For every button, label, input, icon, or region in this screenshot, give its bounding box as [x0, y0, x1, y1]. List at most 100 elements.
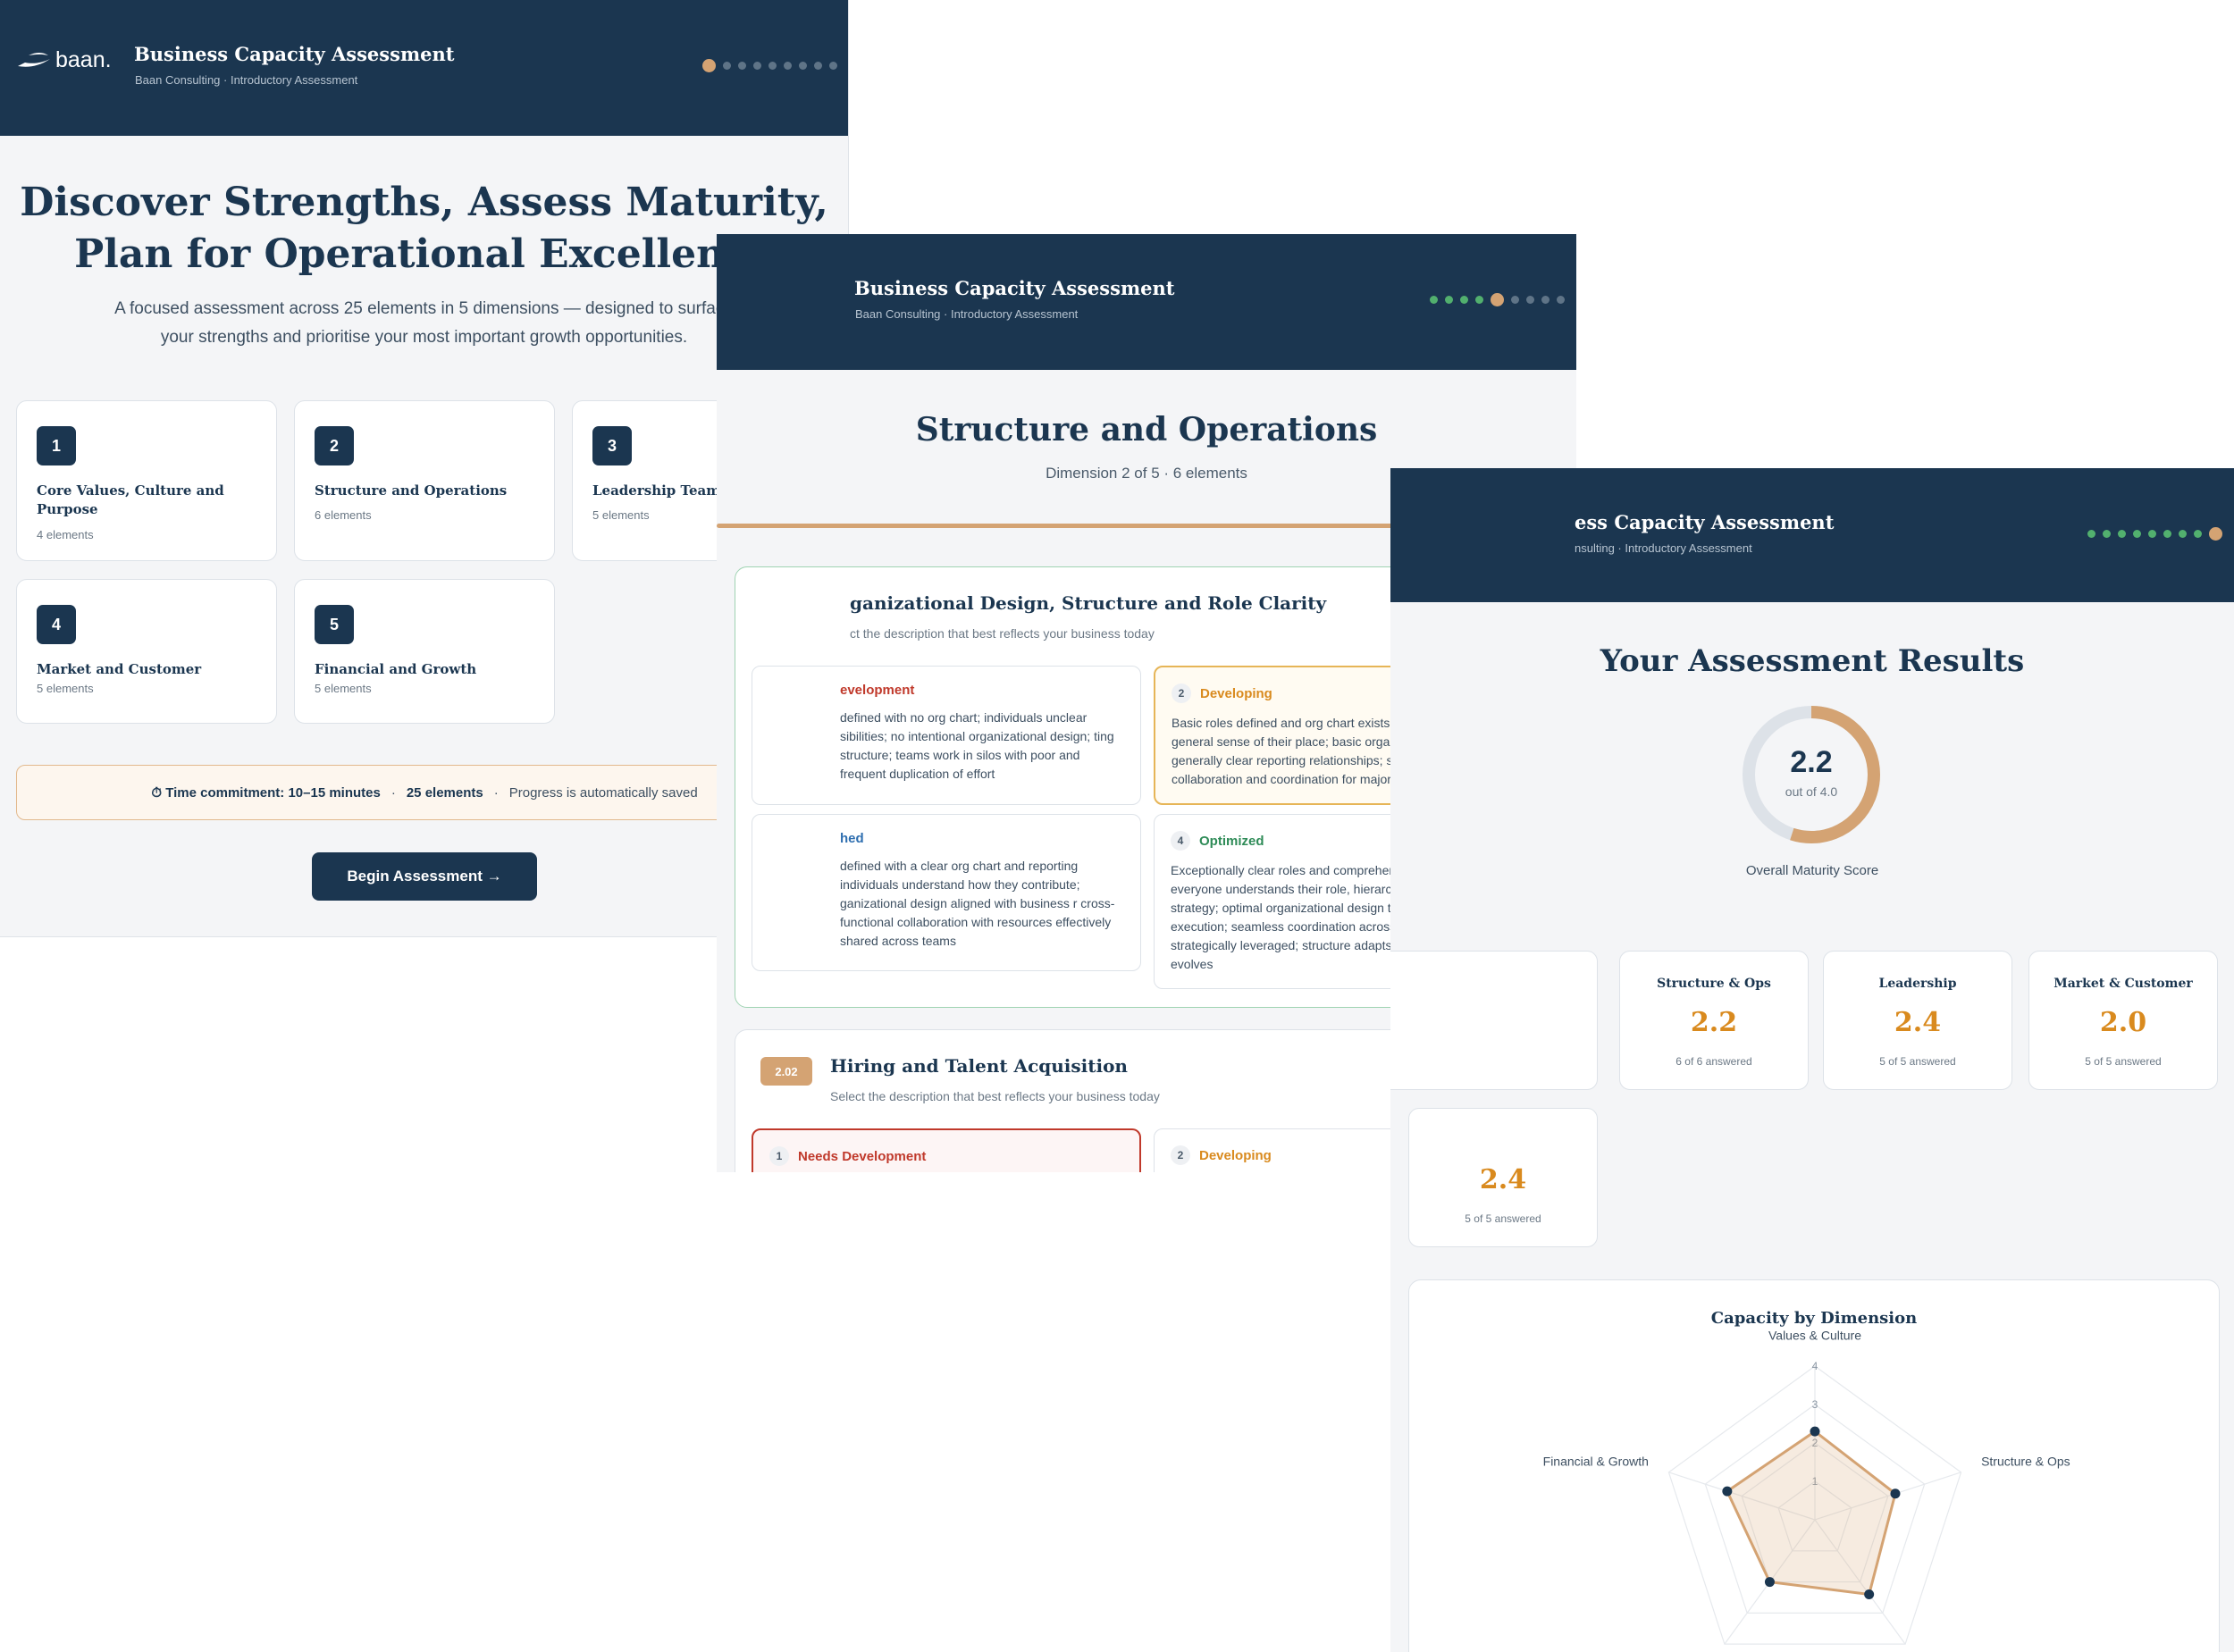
progress-dot: [2163, 530, 2171, 538]
progress-dot: [1526, 296, 1534, 304]
progress-dot: [1541, 296, 1550, 304]
option-label: Developing: [1200, 685, 1272, 701]
results-title: Your Assessment Results: [1600, 643, 2025, 679]
app-header: baan. Business Capacity Assessment Baan …: [0, 0, 848, 136]
baan-logo: baan.: [16, 46, 112, 73]
option-needs-development[interactable]: evelopment defined with no org chart; in…: [752, 666, 1141, 805]
dimension-number: 3: [592, 426, 632, 465]
app-title: ess Capacity Assessment: [1575, 511, 1835, 533]
overall-score-value: 2.2: [1790, 745, 1833, 779]
option-number: 4: [1171, 831, 1190, 851]
intro-description: A focused assessment across 25 elements …: [63, 295, 785, 352]
score-value: 2.4: [1479, 1164, 1527, 1195]
radar-point: [1722, 1486, 1733, 1497]
progress-dot: [2133, 530, 2141, 538]
progress-dot: [2103, 530, 2111, 538]
progress-dots: [2087, 527, 2222, 541]
progress-dot: [2148, 530, 2156, 538]
score-name: Structure & Ops: [1657, 977, 1771, 991]
separator: ·: [493, 784, 499, 801]
element-subtitle: Select the description that best reflect…: [830, 1089, 1160, 1103]
option-label: Optimized: [1199, 833, 1264, 849]
element-subtitle: ct the description that best reflects yo…: [850, 626, 1155, 641]
score-name: Leadership: [1878, 977, 1957, 991]
radar-tick-label: 4: [1812, 1360, 1818, 1372]
dimension-card-4[interactable]: 4 Market and Customer 5 elements: [16, 579, 277, 724]
autosave-note: Progress is automatically saved: [508, 784, 698, 801]
radar-chart-card: Capacity by Dimension 1234Values & Cultu…: [1408, 1279, 2220, 1652]
radar-point: [1810, 1426, 1820, 1437]
time-commitment: ⏱ Time commitment: 10–15 minutes: [151, 784, 381, 801]
app-subtitle: nsulting · Introductory Assessment: [1575, 541, 1752, 555]
score-value: 2.4: [1894, 1007, 1942, 1038]
progress-dots: [702, 59, 837, 72]
option-level: evelopment: [840, 683, 1124, 698]
radar-chart: 1234Values & CultureStructure & OpsLeade…: [1543, 1328, 2070, 1645]
dimension-card-2[interactable]: 2 Structure and Operations 6 elements: [294, 400, 555, 561]
begin-assessment-button[interactable]: Begin Assessment →: [312, 852, 537, 901]
app-subtitle: Baan Consulting · Introductory Assessmen…: [135, 73, 358, 87]
score-answered: 5 of 5 answered: [1465, 1212, 1541, 1225]
dimension-name: Financial and Growth: [315, 661, 477, 677]
option-number: 1: [769, 1146, 789, 1166]
dimension-count: 5 elements: [315, 682, 372, 695]
progress-dot: [1445, 296, 1453, 304]
app-title: Business Capacity Assessment: [134, 43, 455, 65]
progress-dot: [1511, 296, 1519, 304]
dimension-count: 5 elements: [592, 508, 650, 522]
element-badge: 2.02: [760, 1057, 812, 1086]
progress-dot: [1460, 296, 1468, 304]
dimension-name: Market and Customer: [37, 661, 202, 677]
option-needs-development[interactable]: 1 Needs Development: [752, 1128, 1141, 1172]
time-commitment-banner: ⏱ Time commitment: 10–15 minutes · 25 el…: [16, 765, 833, 820]
score-answered: 6 of 6 answered: [1676, 1055, 1752, 1068]
elements-total: 25 elements: [406, 784, 483, 801]
radar-series-area: [1725, 1430, 1897, 1597]
dimension-card-1[interactable]: 1 Core Values, Culture and Purpose 4 ele…: [16, 400, 277, 561]
progress-dot: [814, 62, 822, 70]
score-name: Market & Customer: [2053, 977, 2193, 991]
option-label: hed: [840, 831, 864, 846]
progress-dot: [738, 62, 746, 70]
radar-category-label: Financial & Growth: [1543, 1455, 1649, 1469]
dimension-number: 5: [315, 605, 354, 644]
radar-point: [1890, 1488, 1901, 1499]
intro-description-line1: A focused assessment across 25 elements …: [114, 299, 734, 318]
progress-dot: [2118, 530, 2126, 538]
intro-heading-line2: Plan for Operational Excellence: [74, 231, 774, 277]
progress-dot: [1557, 296, 1565, 304]
progress-dot: [829, 62, 837, 70]
progress-dot: [2194, 530, 2202, 538]
progress-dot: [1430, 296, 1438, 304]
progress-dot: [1491, 293, 1504, 306]
score-card-leadership: Leadership 2.4 5 of 5 answered: [1823, 951, 2012, 1090]
baan-logo-icon: [18, 53, 50, 67]
progress-dot: [723, 62, 731, 70]
dimension-count: 5 elements: [37, 682, 94, 695]
option-level: 1 Needs Development: [769, 1146, 1123, 1166]
dimension-name: Structure and Operations: [315, 482, 508, 499]
radar-point: [1764, 1577, 1775, 1588]
progress-dot: [2179, 530, 2187, 538]
score-value: 2.2: [1690, 1007, 1738, 1038]
progress-dot: [784, 62, 792, 70]
intro-description-line2: your strengths and prioritise your most …: [160, 328, 688, 347]
app-title: Business Capacity Assessment: [854, 277, 1175, 299]
dimension-count: 6 elements: [315, 508, 372, 522]
option-level: hed: [840, 831, 1124, 846]
radar-point: [1864, 1589, 1875, 1599]
score-card-values: [1390, 951, 1598, 1090]
radar-category-label: Values & Culture: [1768, 1328, 1861, 1342]
dimension-title: Structure and Operations: [915, 411, 1378, 449]
dimension-card-5[interactable]: 5 Financial and Growth 5 elements: [294, 579, 555, 724]
dimension-number: 4: [37, 605, 76, 644]
results-panel: ess Capacity Assessment nsulting · Intro…: [1390, 468, 2234, 1652]
option-established[interactable]: hed defined with a clear org chart and r…: [752, 814, 1141, 971]
radar-tick-label: 3: [1812, 1398, 1818, 1411]
score-card-market: Market & Customer 2.0 5 of 5 answered: [2028, 951, 2218, 1090]
option-description: defined with a clear org chart and repor…: [840, 859, 1115, 948]
radar-category-label: Structure & Ops: [1981, 1455, 2070, 1469]
progress-dot: [2209, 527, 2222, 541]
progress-dot: [753, 62, 761, 70]
score-card-structure: Structure & Ops 2.2 6 of 6 answered: [1619, 951, 1809, 1090]
